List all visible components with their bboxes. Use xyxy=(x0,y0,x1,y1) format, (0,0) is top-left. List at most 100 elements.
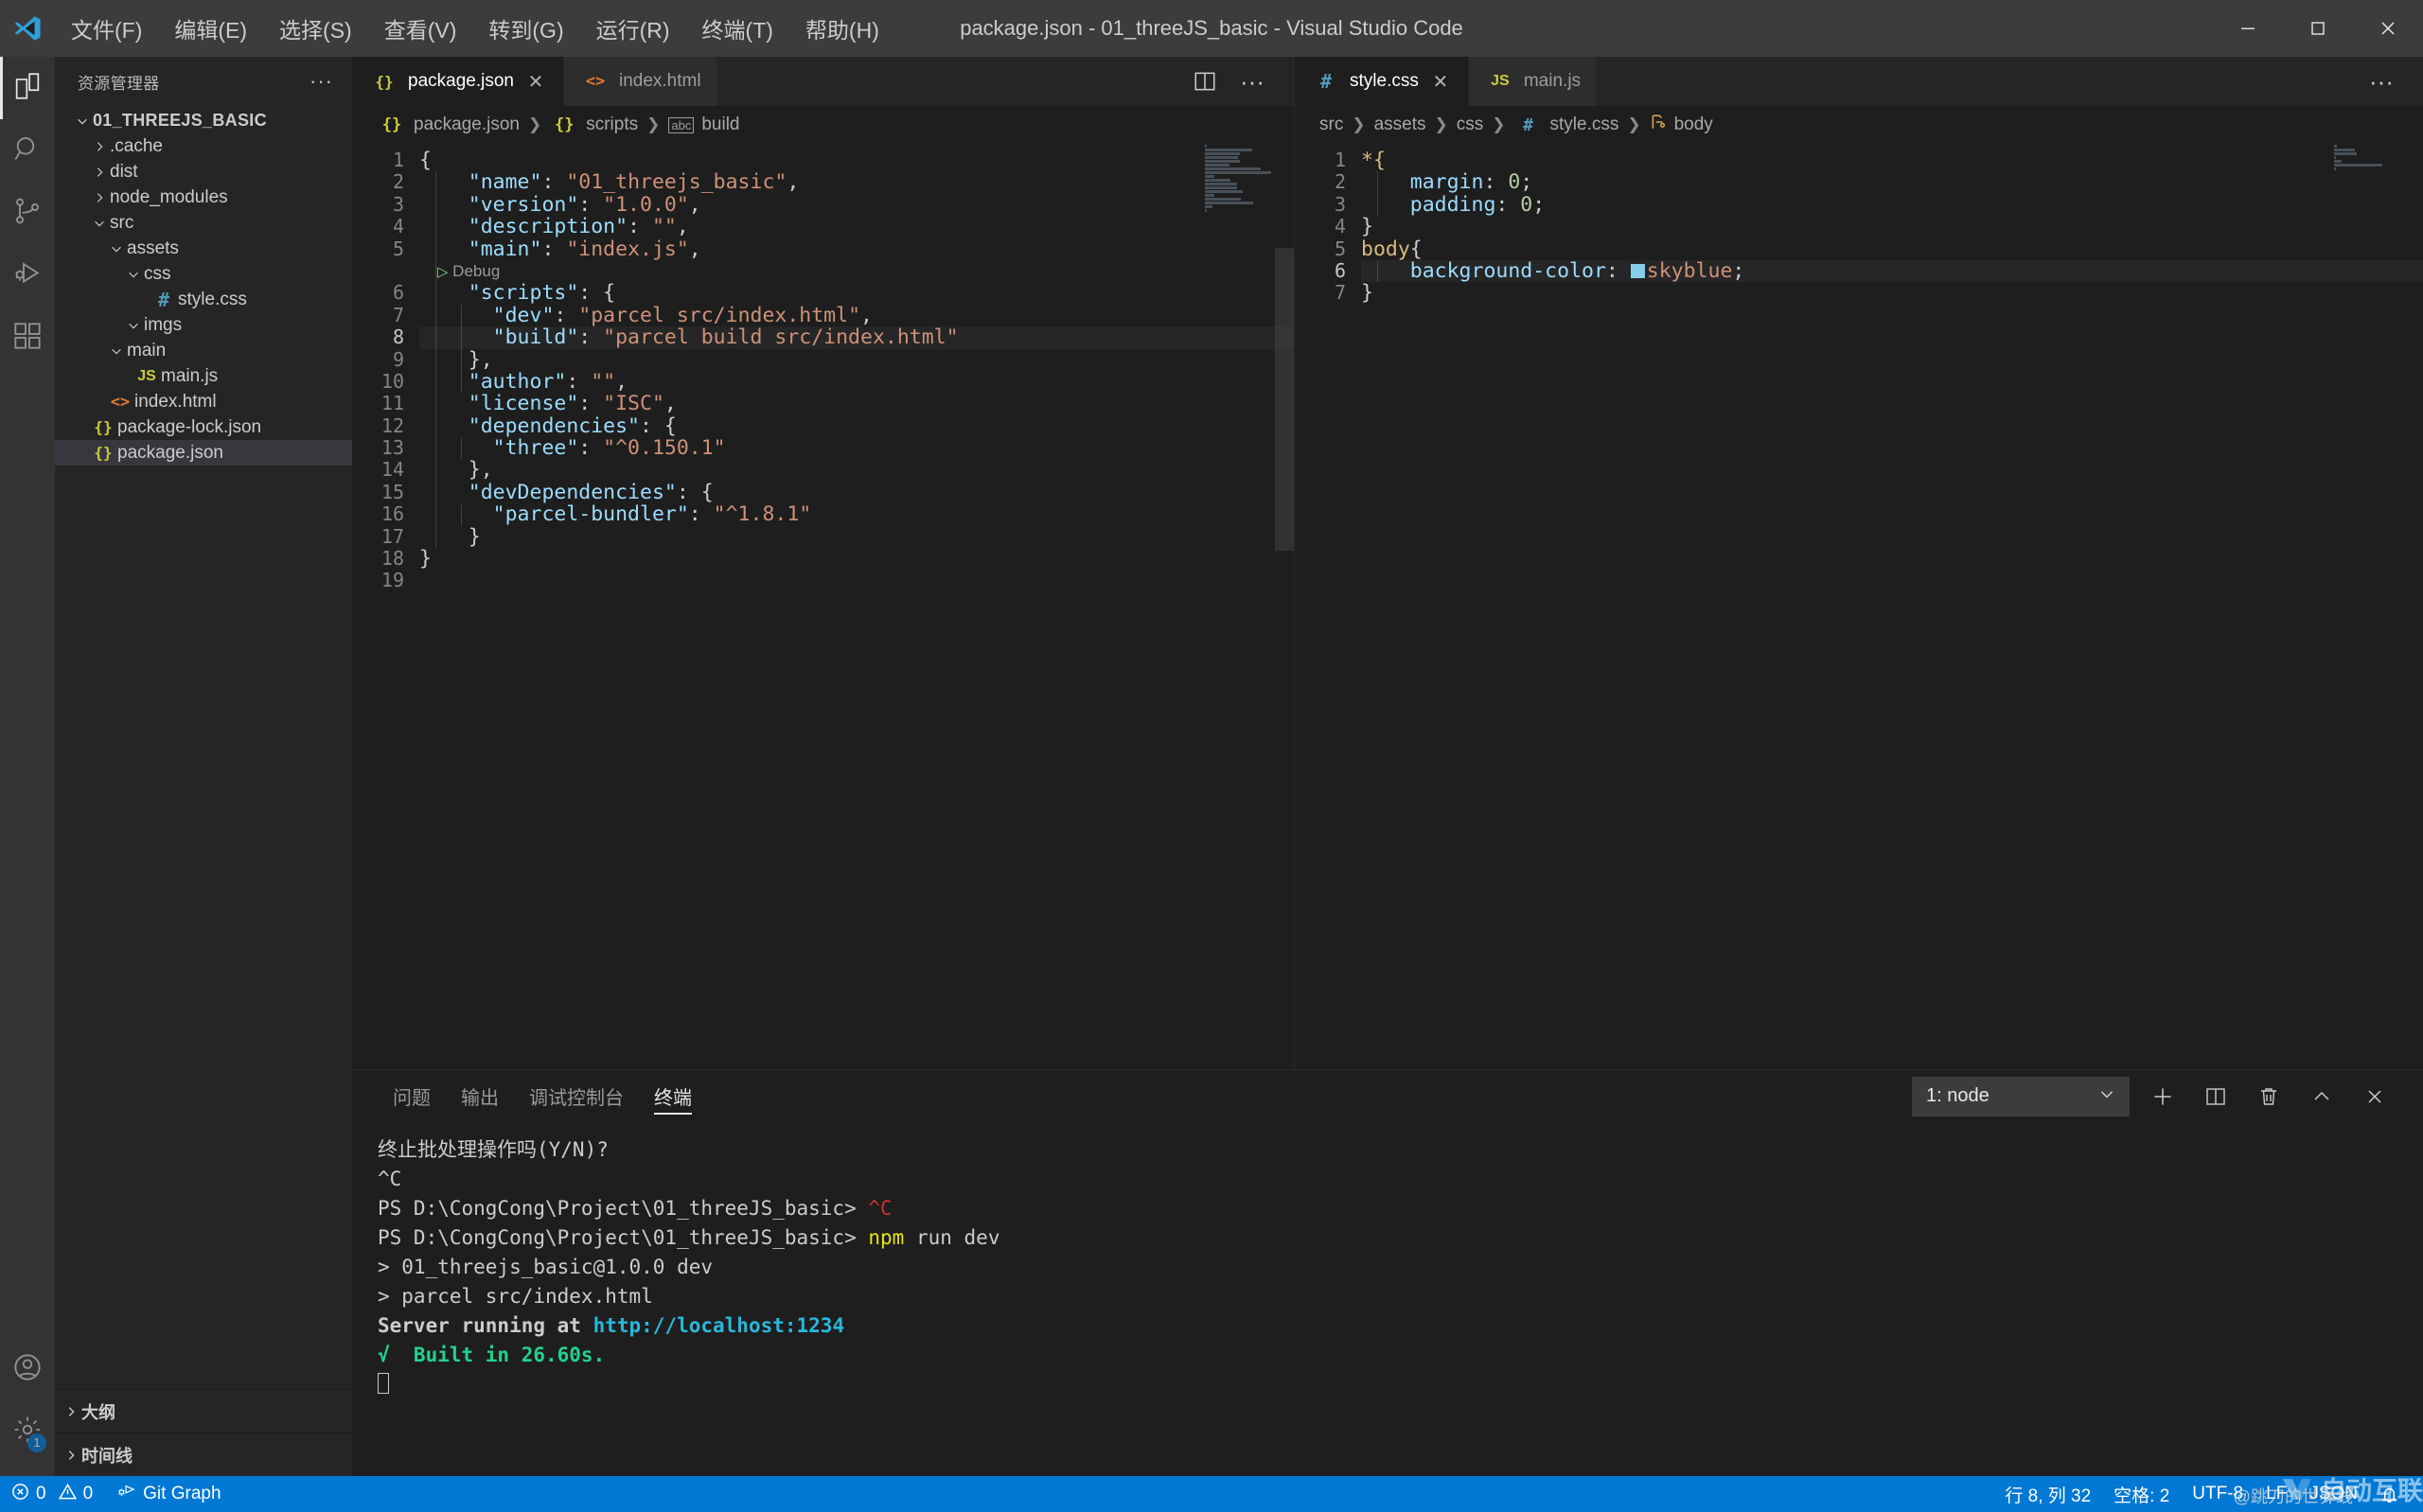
code-line[interactable]: "license": "ISC", xyxy=(419,393,1294,414)
menu-run[interactable]: 运行(R) xyxy=(580,8,686,49)
split-editor-icon[interactable] xyxy=(1184,61,1226,102)
breadcrumb-file[interactable]: {} package.json xyxy=(378,114,520,135)
code-line[interactable]: "version": "1.0.0", xyxy=(419,194,1294,216)
code-line[interactable]: }, xyxy=(419,348,1294,371)
panel-tab-output[interactable]: 输出 xyxy=(446,1070,514,1122)
tree-item-cache[interactable]: .cache xyxy=(55,133,352,159)
menu-view[interactable]: 查看(V) xyxy=(368,8,473,49)
split-terminal-icon[interactable] xyxy=(2196,1077,2236,1116)
code-line[interactable]: "main": "index.js", xyxy=(419,237,1294,260)
activity-account[interactable] xyxy=(0,1338,55,1400)
code-line[interactable]: "devDependencies": { xyxy=(419,482,1294,503)
color-swatch-icon[interactable] xyxy=(1630,263,1645,278)
menu-file[interactable]: 文件(F) xyxy=(55,8,158,49)
code-line[interactable]: "description": "", xyxy=(419,216,1294,237)
editor-actions-right[interactable]: ··· xyxy=(2361,57,2423,106)
code-content-right[interactable]: *{ margin: 0; padding: 0;} body{ backgrou… xyxy=(1361,149,2423,305)
breadcrumb-style-css[interactable]: # style.css xyxy=(1514,114,1618,135)
code-line[interactable]: body{ xyxy=(1361,237,2423,260)
close-icon[interactable]: ✕ xyxy=(1428,70,1453,94)
code-line[interactable]: *{ xyxy=(1361,149,2423,171)
terminal-output[interactable]: 终止批处理操作吗(Y/N)? ^C PS D:\CongCong\Project\0… xyxy=(353,1122,2423,1476)
activity-search[interactable] xyxy=(0,119,55,182)
code-line[interactable]: "three": "^0.150.1" xyxy=(419,437,1294,459)
code-content-left[interactable]: { "name": "01_threejs_basic", "version":… xyxy=(419,149,1294,592)
code-line[interactable]: } xyxy=(419,548,1294,570)
code-editor-left[interactable]: 12345.678910111213141516171819 { "name":… xyxy=(353,144,1294,1069)
menu-select[interactable]: 选择(S) xyxy=(263,8,368,49)
tree-item-assets[interactable]: assets xyxy=(55,236,352,261)
codelens-debug[interactable]: ▷ Debug xyxy=(419,260,1294,282)
code-line[interactable]: margin: 0; xyxy=(1361,171,2423,193)
explorer-more-icon[interactable]: ··· xyxy=(310,69,333,94)
activity-explorer[interactable] xyxy=(0,57,55,119)
maximize-button[interactable] xyxy=(2283,0,2353,57)
sidebar-section-outline[interactable]: 大纲 xyxy=(55,1389,352,1433)
menu-edit[interactable]: 编辑(E) xyxy=(158,8,263,49)
breadcrumb-right[interactable]: src ❯ assets ❯ css ❯ # style.css ❯ body xyxy=(1295,106,2423,144)
status-language-mode[interactable]: JSON xyxy=(2298,1476,2369,1512)
tree-item-node-modules[interactable]: node_modules xyxy=(55,185,352,210)
code-line[interactable]: } xyxy=(419,525,1294,548)
tab-style-css[interactable]: # style.css ✕ xyxy=(1295,57,1469,106)
tree-item-src[interactable]: src xyxy=(55,210,352,236)
code-editor-right[interactable]: 1234567 *{ margin: 0; padding: 0;} body{ … xyxy=(1295,144,2423,1069)
tab-main-js[interactable]: JS main.js xyxy=(1468,57,1598,106)
file-tree[interactable]: 01_THREEJS_BASIC .cache dist node_module… xyxy=(55,106,352,1389)
panel-tab-debug-console[interactable]: 调试控制台 xyxy=(514,1070,639,1122)
more-actions-icon[interactable]: ··· xyxy=(2361,61,2402,102)
breadcrumb-assets[interactable]: assets xyxy=(1374,114,1426,135)
breadcrumb-css[interactable]: css xyxy=(1457,114,1484,135)
new-terminal-icon[interactable] xyxy=(2143,1077,2183,1116)
code-line[interactable]: background-color: skyblue; xyxy=(1361,260,2423,283)
minimize-button[interactable] xyxy=(2213,0,2283,57)
tree-item-package-lock-json[interactable]: {} package-lock.json xyxy=(55,414,352,440)
activity-manage[interactable]: 1 xyxy=(0,1400,55,1463)
activity-source-control[interactable] xyxy=(0,182,55,244)
tree-item-css[interactable]: css xyxy=(55,261,352,287)
activity-run-debug[interactable] xyxy=(0,244,55,307)
panel-tab-problems[interactable]: 问题 xyxy=(378,1070,446,1122)
code-line[interactable]: "build": "parcel build src/index.html" xyxy=(419,326,1294,349)
code-line[interactable]: { xyxy=(419,149,1294,171)
editor-tabs-left[interactable]: {} package.json ✕ <> index.html ··· xyxy=(353,57,1294,106)
code-line[interactable] xyxy=(419,570,1294,591)
breadcrumb-src[interactable]: src xyxy=(1319,114,1343,135)
code-line[interactable]: "parcel-bundler": "^1.8.1" xyxy=(419,503,1294,525)
close-icon[interactable]: ✕ xyxy=(523,70,548,94)
kill-terminal-icon[interactable] xyxy=(2249,1077,2289,1116)
status-notifications[interactable] xyxy=(2369,1476,2410,1512)
code-line[interactable]: }, xyxy=(419,459,1294,481)
menu-terminal[interactable]: 终端(T) xyxy=(686,8,789,49)
breadcrumb-body[interactable]: body xyxy=(1650,114,1713,136)
close-panel-icon[interactable] xyxy=(2355,1077,2395,1116)
terminal-selector[interactable]: 1: node xyxy=(1912,1076,2130,1116)
tree-item-style-css[interactable]: # style.css xyxy=(55,287,352,312)
sidebar-section-timeline[interactable]: 时间线 xyxy=(55,1433,352,1476)
tab-index-html[interactable]: <> index.html xyxy=(563,57,717,106)
panel-tabs[interactable]: 问题 输出 调试控制台 终端 1: node xyxy=(353,1070,2423,1122)
tree-item-package-json[interactable]: {} package.json xyxy=(55,440,352,466)
code-line[interactable]: "name": "01_threejs_basic", xyxy=(419,171,1294,193)
breadcrumb-scripts[interactable]: {} scripts xyxy=(550,114,638,135)
status-encoding[interactable]: UTF-8 xyxy=(2181,1476,2255,1512)
editor-tabs-right[interactable]: # style.css ✕ JS main.js ··· xyxy=(1295,57,2423,106)
panel-tab-terminal[interactable]: 终端 xyxy=(639,1070,707,1122)
status-git-graph[interactable]: Git Graph xyxy=(104,1476,232,1512)
activity-bar[interactable]: 1 xyxy=(0,57,55,1476)
editor-scrollbar-left[interactable] xyxy=(1275,248,1294,551)
code-line[interactable]: "dependencies": { xyxy=(419,414,1294,437)
maximize-panel-icon[interactable] xyxy=(2302,1077,2342,1116)
status-eol[interactable]: LF xyxy=(2255,1476,2298,1512)
activity-extensions[interactable] xyxy=(0,307,55,369)
breadcrumb-build[interactable]: abc build xyxy=(668,114,740,135)
minimap-right[interactable] xyxy=(2328,144,2423,1069)
code-line[interactable]: } xyxy=(1361,282,2423,304)
panel-actions[interactable]: 1: node xyxy=(1912,1076,2423,1116)
editor-actions-left[interactable]: ··· xyxy=(1184,57,1294,106)
tree-item-imgs[interactable]: imgs xyxy=(55,312,352,338)
menu-bar[interactable]: 文件(F) 编辑(E) 选择(S) 查看(V) 转到(G) 运行(R) 终端(T… xyxy=(55,8,895,49)
tree-item-dist[interactable]: dist xyxy=(55,159,352,185)
more-actions-icon[interactable]: ··· xyxy=(1231,61,1273,102)
close-button[interactable] xyxy=(2353,0,2423,57)
